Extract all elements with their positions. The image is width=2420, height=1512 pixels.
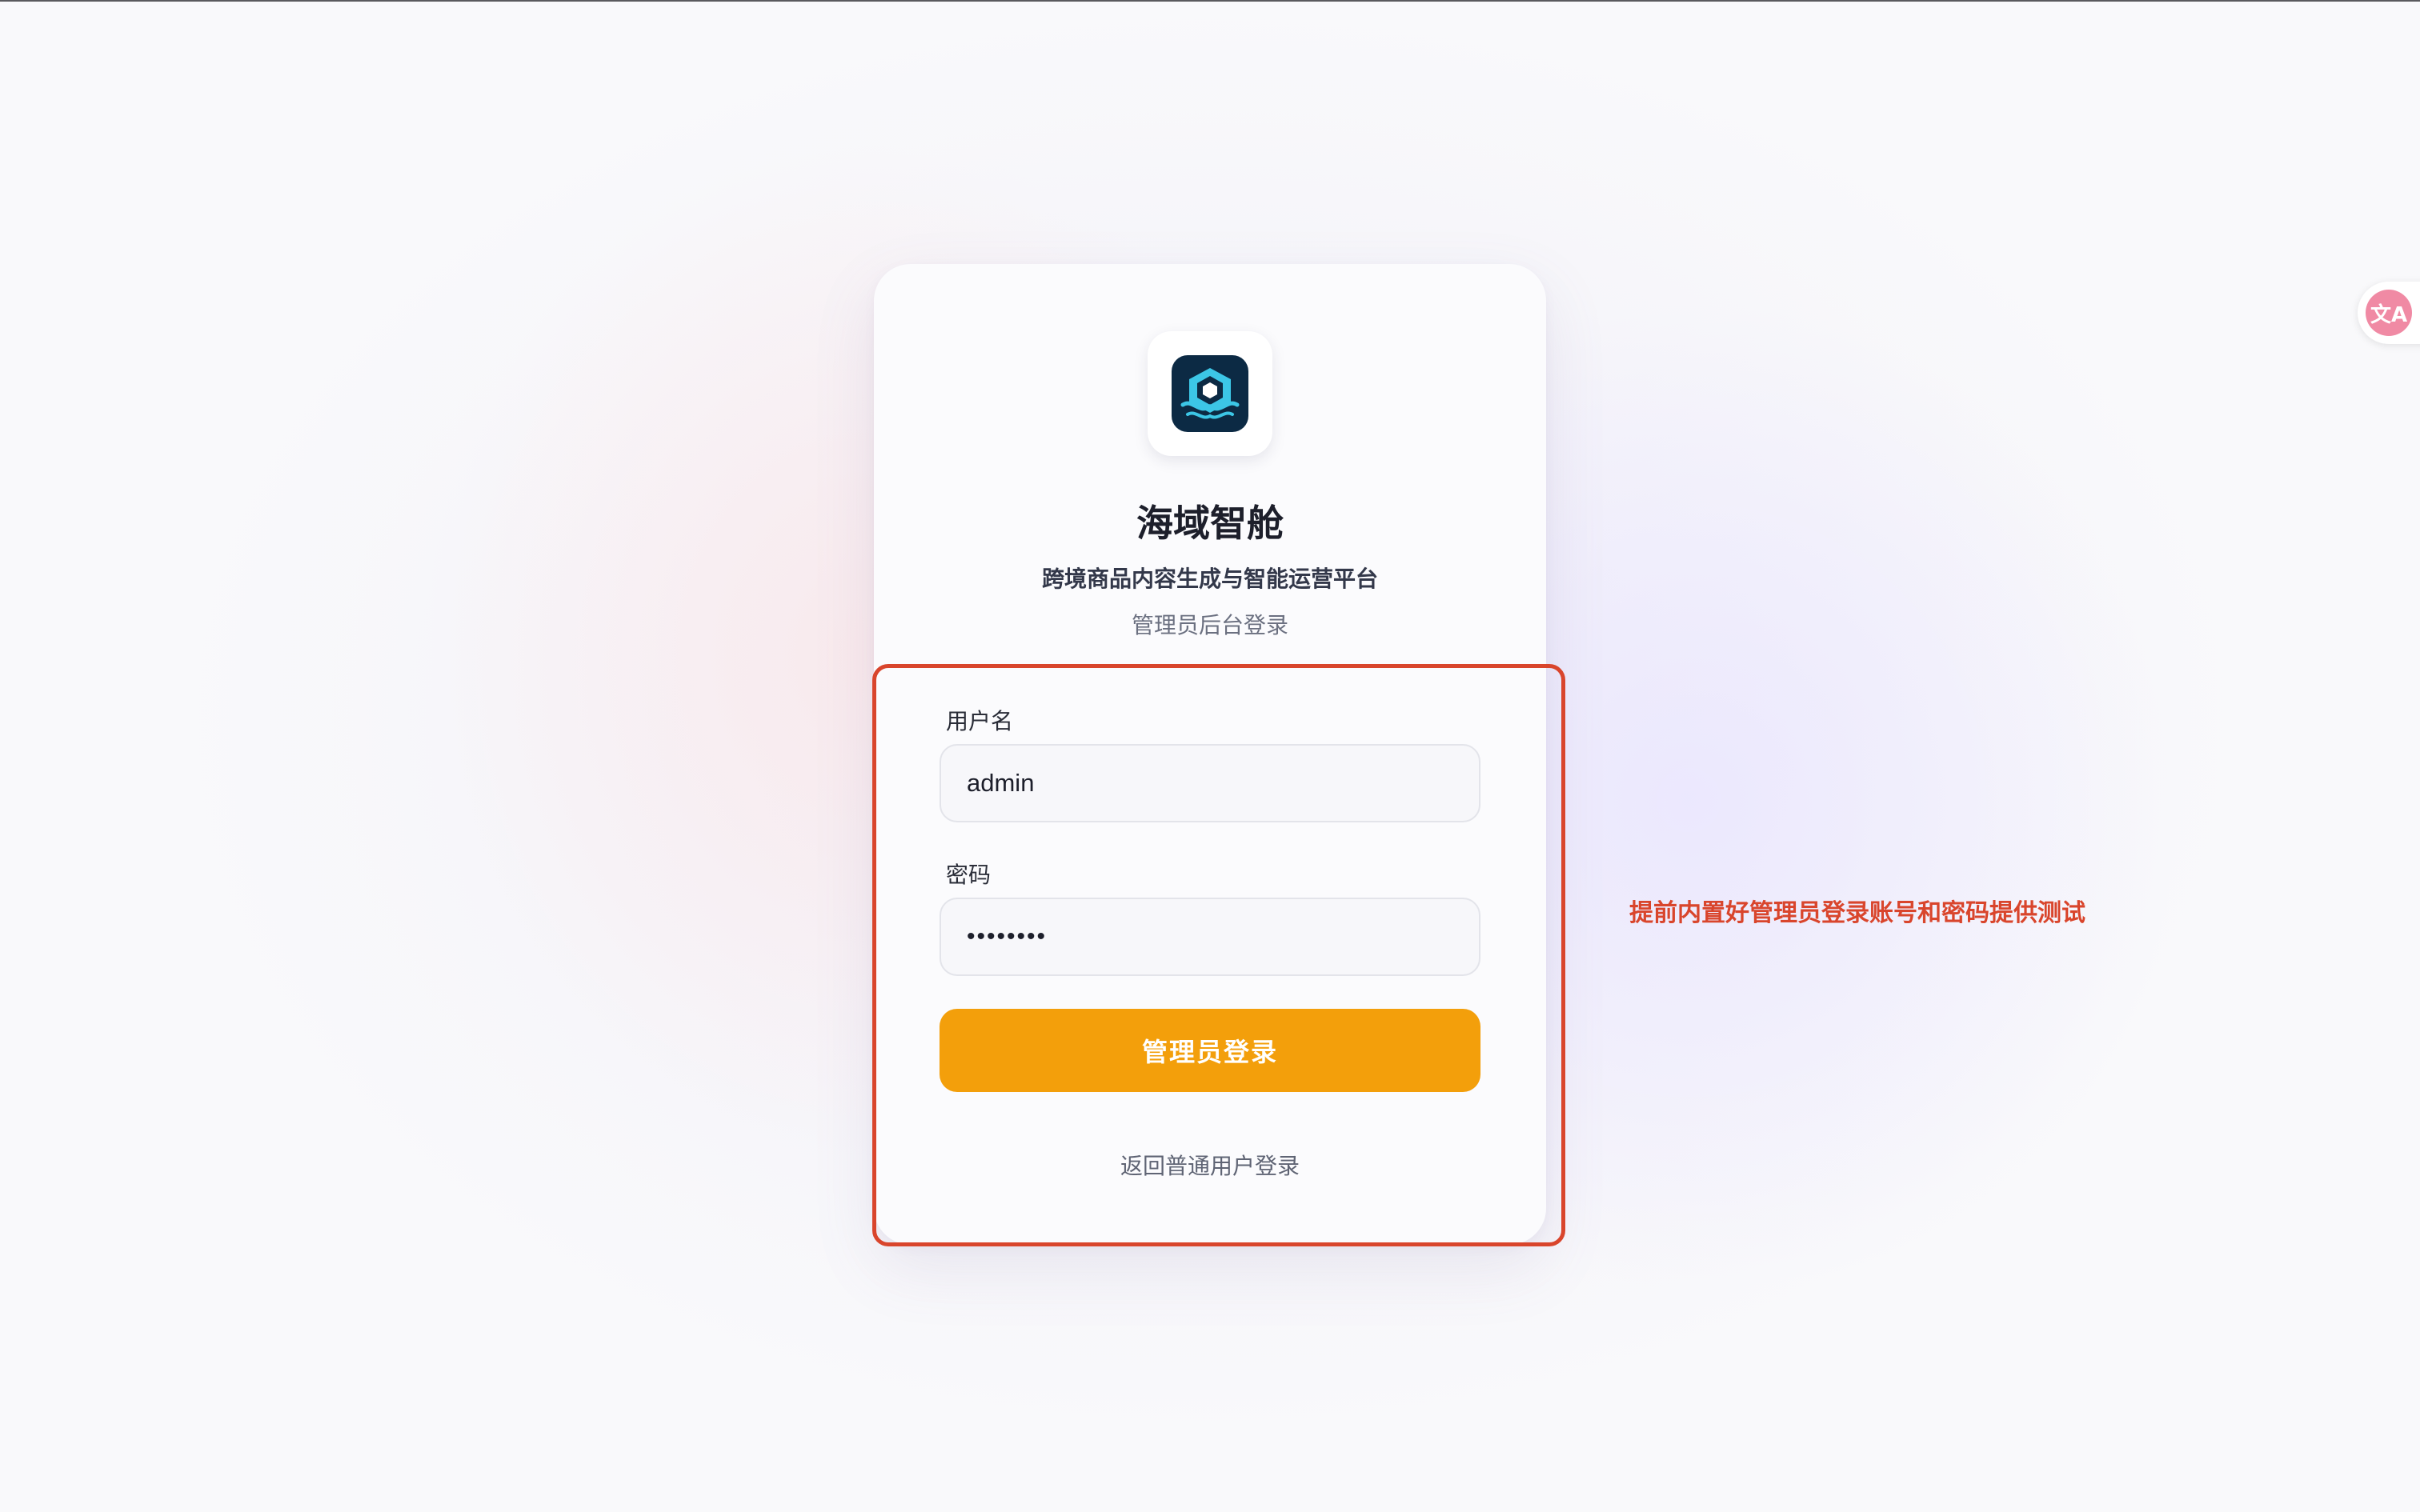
translate-widget[interactable]: 文A [2358, 282, 2420, 344]
translate-icon: 文A [2366, 290, 2412, 336]
cube-waves-logo-icon [1172, 355, 1248, 432]
app-logo [1148, 331, 1272, 456]
app-title: 海域智舱 [1136, 502, 1284, 545]
annotation-highlight-box [872, 664, 1565, 1246]
admin-portal-label: 管理员后台登录 [1131, 612, 1288, 638]
app-subtitle: 跨境商品内容生成与智能运营平台 [1041, 566, 1378, 592]
annotation-text: 提前内置好管理员登录账号和密码提供测试 [1629, 899, 2085, 927]
